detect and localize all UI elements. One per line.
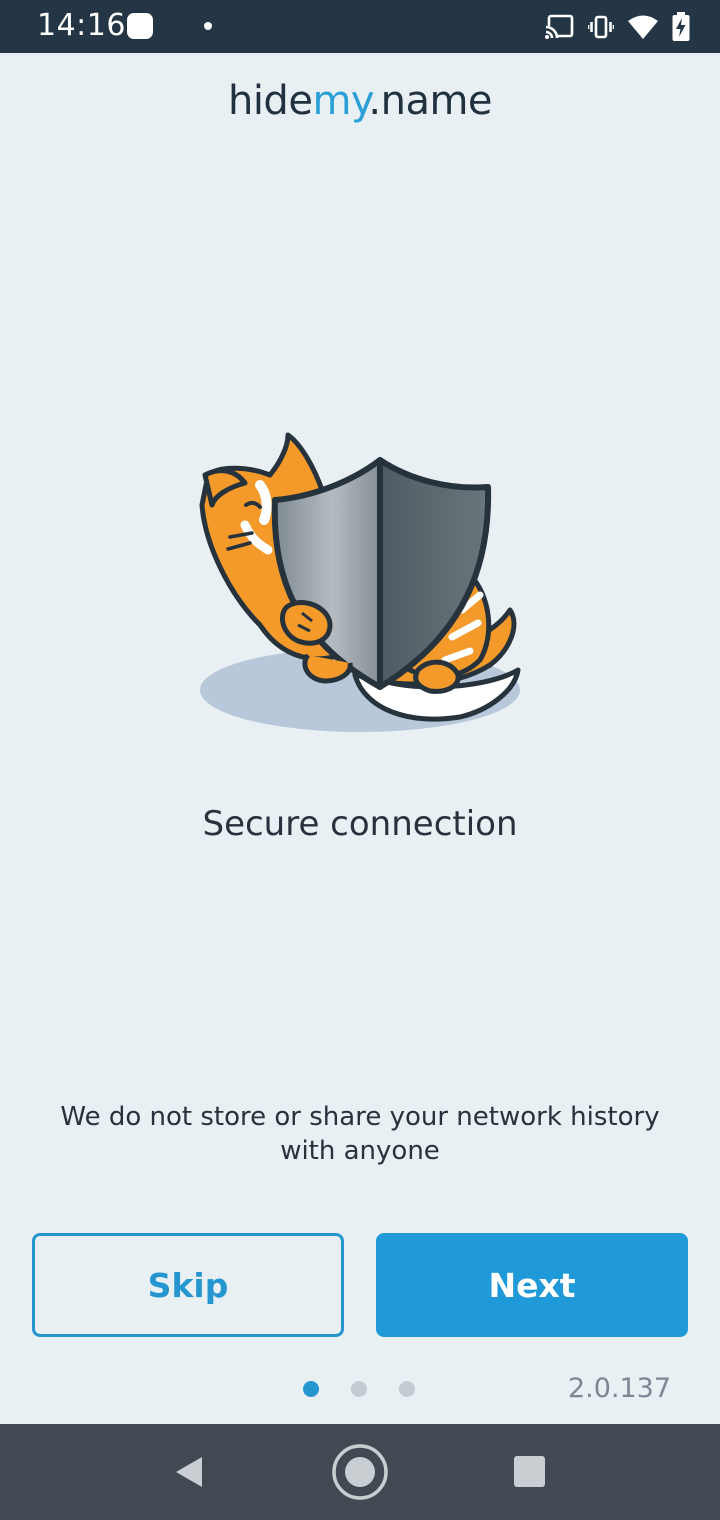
home-icon[interactable]: [331, 1443, 389, 1506]
recents-icon[interactable]: [514, 1456, 545, 1487]
brand-logo-part-name: .name: [368, 78, 493, 124]
cast-icon: [544, 14, 574, 40]
page-indicator-dot-1: [303, 1381, 319, 1397]
page-indicator-dot-2: [351, 1381, 367, 1397]
next-button[interactable]: Next: [376, 1233, 688, 1337]
cat-with-shield-icon: [190, 425, 530, 745]
back-icon[interactable]: [174, 1455, 204, 1494]
page-indicator-dot-3: [399, 1381, 415, 1397]
status-bar: 14:16: [0, 0, 720, 53]
app-notification-icon: [127, 13, 153, 39]
navigation-bar: [0, 1424, 720, 1520]
status-time: 14:16: [37, 8, 126, 43]
status-icons: [544, 11, 690, 43]
brand-logo-part-my: my: [312, 78, 369, 124]
onboarding-description: We do not store or share your network hi…: [60, 1102, 660, 1166]
brand-logo: hidemy.name: [0, 78, 720, 124]
app-version: 2.0.137: [567, 1373, 671, 1404]
wifi-icon: [628, 15, 658, 39]
notification-dot-icon: [204, 22, 212, 30]
brand-logo-part-hide: hide: [227, 78, 313, 124]
vibrate-icon: [588, 15, 614, 39]
page-title: Secure connection: [202, 804, 518, 844]
battery-charging-icon: [672, 12, 690, 42]
page-indicator: [303, 1381, 415, 1397]
skip-button[interactable]: Skip: [32, 1233, 344, 1337]
